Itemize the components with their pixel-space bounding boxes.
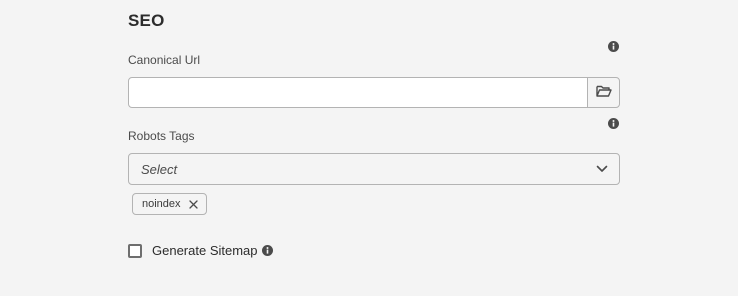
close-icon[interactable]: [188, 199, 198, 209]
chevron-down-icon: [596, 165, 608, 173]
robots-tags-select[interactable]: Select: [128, 153, 620, 185]
canonical-url-label: Canonical Url: [128, 53, 201, 67]
canonical-url-info-icon[interactable]: [608, 41, 619, 52]
folder-open-icon: [595, 84, 612, 102]
robots-tags-label: Robots Tags: [128, 129, 195, 143]
tag-label: noindex: [142, 198, 181, 210]
tag-noindex: noindex: [132, 193, 207, 215]
browse-path-button[interactable]: [587, 77, 620, 108]
generate-sitemap-label[interactable]: Generate Sitemap: [152, 243, 258, 258]
canonical-url-input[interactable]: [128, 77, 588, 108]
section-title: SEO: [128, 11, 165, 30]
select-placeholder: Select: [141, 162, 178, 177]
robots-tags-info-icon[interactable]: [608, 118, 619, 129]
generate-sitemap-checkbox[interactable]: [128, 244, 142, 258]
generate-sitemap-info-icon[interactable]: [262, 245, 273, 256]
